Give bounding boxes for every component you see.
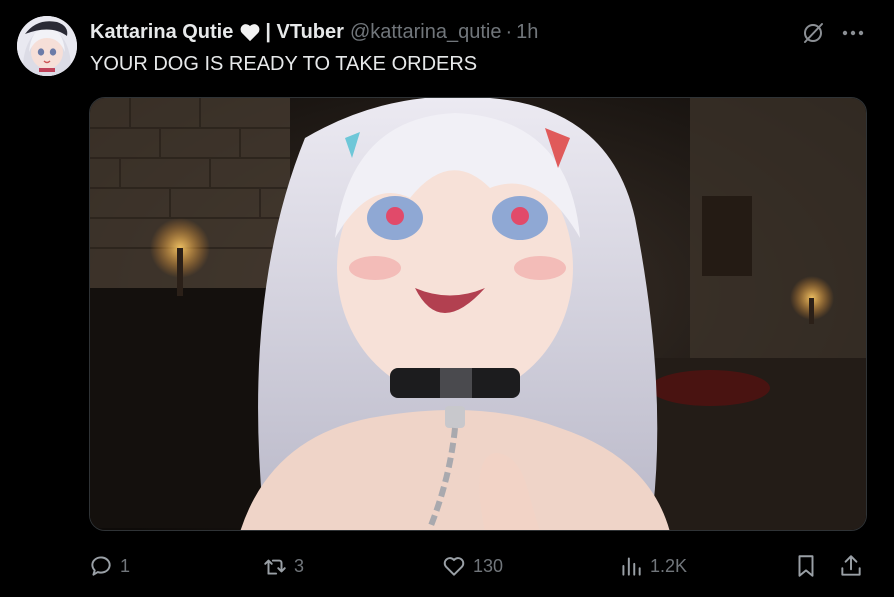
- tweet[interactable]: Kattarina Qutie | VTuber @kattarina_quti…: [0, 0, 894, 597]
- share-icon: [841, 555, 861, 576]
- display-name[interactable]: Kattarina Qutie: [90, 21, 233, 44]
- separator-dot: ·: [505, 20, 513, 43]
- like-button[interactable]: 130: [441, 548, 503, 584]
- repost-button[interactable]: 3: [262, 548, 304, 584]
- reply-button[interactable]: 1: [88, 548, 130, 584]
- bookmark-icon: [798, 555, 814, 577]
- user-handle[interactable]: @kattarina_qutie: [350, 21, 502, 44]
- white-heart-icon: [239, 22, 261, 42]
- more-icon[interactable]: [841, 23, 865, 43]
- reply-count: 1: [120, 555, 131, 576]
- views-count: 1.2K: [650, 555, 688, 576]
- tweet-text: YOUR DOG IS READY TO TAKE ORDERS: [90, 53, 478, 75]
- heart-icon: [443, 557, 465, 576]
- bookmark-button[interactable]: [793, 548, 819, 584]
- repost-icon: [264, 559, 286, 575]
- reply-icon: [91, 556, 111, 576]
- grok-icon[interactable]: [801, 21, 825, 45]
- timestamp[interactable]: 1h: [516, 21, 538, 44]
- tweet-actions: 1 3 130 1.2K: [0, 548, 894, 584]
- share-button[interactable]: [838, 548, 864, 584]
- avatar[interactable]: [17, 16, 77, 76]
- repost-count: 3: [294, 555, 305, 576]
- tweet-media-image[interactable]: [89, 97, 867, 531]
- display-name-suffix[interactable]: | VTuber: [265, 21, 344, 44]
- views-button[interactable]: 1.2K: [618, 548, 687, 584]
- tweet-header: Kattarina Qutie | VTuber @kattarina_quti…: [90, 19, 538, 45]
- views-icon: [622, 557, 641, 576]
- like-count: 130: [473, 555, 504, 576]
